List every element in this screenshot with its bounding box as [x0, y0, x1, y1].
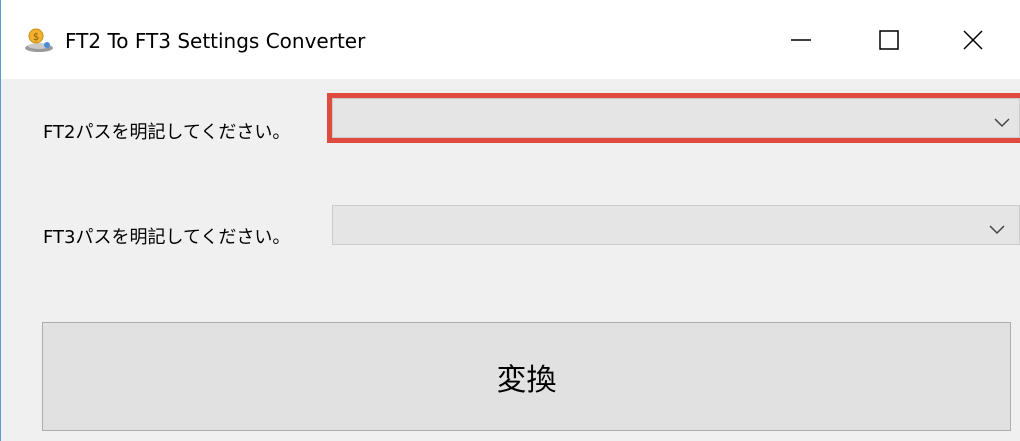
ft2-path-label: FT2パスを明記してください。 [43, 122, 291, 143]
convert-button[interactable]: 変換 [42, 322, 1011, 431]
chevron-down-icon[interactable] [989, 220, 1005, 235]
close-icon [962, 29, 984, 51]
convert-button-label: 変換 [496, 362, 557, 398]
minimize-icon [790, 29, 812, 51]
app-window: $ FT2 To FT3 Settings Converter FT2パスを明記… [0, 0, 1020, 441]
ft2-path-dropdown[interactable] [327, 93, 1020, 143]
ft3-path-dropdown[interactable] [332, 205, 1020, 245]
maximize-button[interactable] [841, 0, 937, 79]
ft3-path-label: FT3パスを明記してください。 [43, 227, 291, 248]
window-title: FT2 To FT3 Settings Converter [65, 29, 366, 53]
title-bar[interactable]: $ FT2 To FT3 Settings Converter [1, 0, 1020, 79]
chevron-down-icon[interactable] [994, 113, 1010, 128]
minimize-button[interactable] [753, 0, 849, 79]
ft2-path-field[interactable] [332, 98, 1020, 138]
maximize-icon [878, 29, 900, 51]
app-coin-icon: $ [23, 27, 55, 53]
svg-text:$: $ [33, 32, 39, 43]
close-button[interactable] [925, 0, 1020, 79]
